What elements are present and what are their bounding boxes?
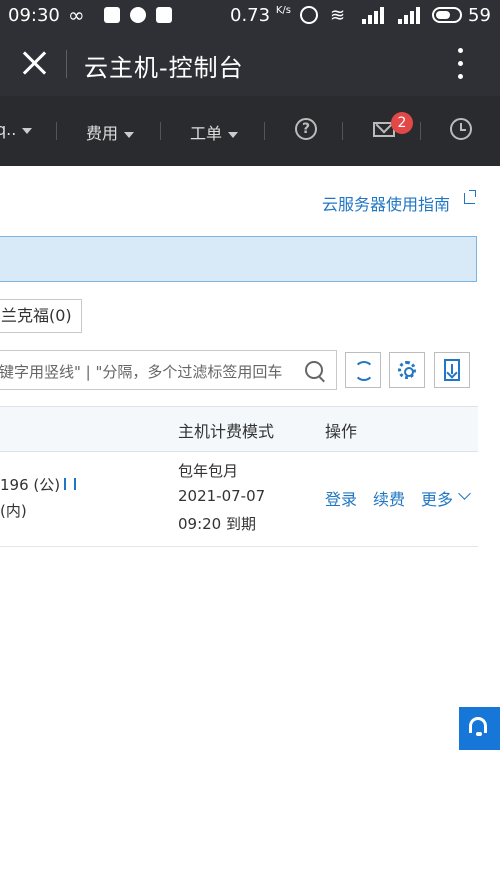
refresh-button[interactable] bbox=[345, 352, 381, 388]
settings-button[interactable] bbox=[389, 352, 425, 388]
signal-icon bbox=[398, 6, 426, 24]
chevron-down-icon bbox=[22, 127, 33, 134]
help-icon[interactable]: ? bbox=[295, 118, 317, 140]
swap-icon[interactable] bbox=[62, 476, 80, 492]
refresh-icon bbox=[354, 361, 374, 381]
expire-time: 09:20 到期 bbox=[178, 515, 256, 533]
billing-mode: 包年包月 bbox=[178, 462, 239, 480]
support-button[interactable] bbox=[459, 707, 500, 750]
search-input[interactable]: 键字用竖线" | "分隔，多个过滤标签用回车 bbox=[0, 350, 337, 390]
battery-icon bbox=[432, 7, 462, 23]
info-banner bbox=[0, 236, 477, 282]
page-title: 云主机-控制台 bbox=[84, 54, 244, 82]
nav-divider bbox=[56, 122, 57, 140]
nav-divider bbox=[342, 122, 343, 140]
nav-item-region[interactable]: q.. bbox=[0, 120, 33, 139]
column-header-billing: 主机计费模式 bbox=[178, 422, 275, 441]
chevron-down-icon bbox=[124, 131, 135, 138]
wifi-icon: ≋ bbox=[330, 5, 346, 26]
renew-link[interactable]: 续费 bbox=[373, 486, 405, 510]
nav-item-ticket[interactable]: 工单 bbox=[190, 120, 239, 144]
nav-divider bbox=[420, 122, 421, 140]
chevron-down-icon[interactable] bbox=[458, 487, 471, 500]
close-icon[interactable] bbox=[18, 46, 52, 80]
headset-icon bbox=[469, 717, 487, 736]
login-link[interactable]: 登录 bbox=[325, 486, 357, 510]
guide-link[interactable]: 云服务器使用指南 bbox=[322, 191, 450, 215]
more-vertical-icon[interactable] bbox=[452, 46, 468, 82]
alarm-icon bbox=[300, 6, 318, 24]
network-speed: 0.73 K/s bbox=[230, 5, 291, 26]
mail-badge: 2 bbox=[391, 112, 413, 134]
search-placeholder: 键字用竖线" | "分隔，多个过滤标签用回车 bbox=[0, 363, 283, 381]
signal-4g-icon bbox=[362, 6, 390, 24]
chevron-down-icon bbox=[228, 131, 239, 138]
title-bar: 云主机-控制台 bbox=[0, 32, 500, 96]
external-link-icon[interactable] bbox=[464, 190, 476, 204]
top-nav: q.. 费用 工单 ? bbox=[0, 96, 500, 166]
ip-private: (内) bbox=[0, 502, 27, 520]
infinity-icon: ∞ bbox=[68, 3, 85, 27]
status-time: 09:30 bbox=[8, 5, 60, 26]
column-header-actions: 操作 bbox=[325, 422, 358, 441]
ip-public: 196 (公) bbox=[0, 476, 61, 494]
notification-app-icon bbox=[104, 7, 120, 23]
nav-item-fee[interactable]: 费用 bbox=[86, 120, 135, 144]
clock-icon[interactable] bbox=[450, 118, 472, 140]
chat-app-icon bbox=[130, 7, 146, 23]
gear-icon bbox=[398, 361, 416, 379]
more-link[interactable]: 更多 bbox=[421, 486, 453, 510]
image-app-icon bbox=[156, 7, 172, 23]
download-button[interactable] bbox=[434, 352, 470, 388]
title-divider bbox=[66, 50, 67, 78]
expire-date: 2021-07-07 bbox=[178, 487, 266, 505]
status-bar: 09:30 ∞ 0.73 K/s ≋ 59 bbox=[0, 0, 500, 32]
nav-divider bbox=[264, 122, 265, 140]
nav-divider bbox=[160, 122, 161, 140]
download-icon bbox=[444, 359, 460, 381]
battery-percent: 59 bbox=[468, 5, 491, 26]
table-row: 196 (公) (内) 包年包月 2021-07-07 09:20 到期 登录 … bbox=[0, 450, 478, 547]
region-tab[interactable]: 兰克福(0) bbox=[0, 299, 82, 333]
table-header: 主机计费模式 操作 bbox=[0, 406, 478, 452]
search-icon[interactable] bbox=[305, 361, 323, 379]
